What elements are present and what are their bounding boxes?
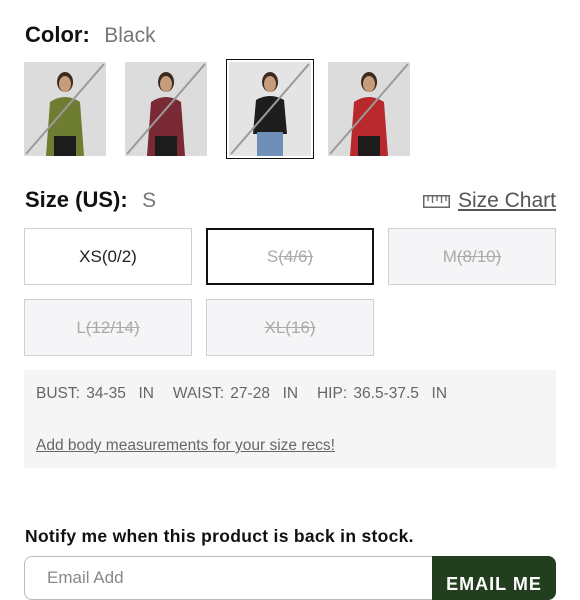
size-option-label: M [442, 246, 457, 266]
size-option-sub: (4/6) [278, 246, 314, 266]
size-option-label: L [76, 317, 86, 337]
size-option-sub: (12/14) [85, 317, 140, 337]
size-option-s[interactable]: S (4/6) [206, 228, 374, 285]
size-option-label: XS [79, 246, 102, 266]
size-option-xs[interactable]: XS (0/2) [24, 228, 192, 285]
size-option-sub: (0/2) [101, 246, 137, 266]
model-photo-olive [24, 62, 106, 156]
measurements-text: BUST: 34-35 IN WAIST: 27-28 IN HIP: 36.5… [36, 385, 448, 402]
size-measurements-panel: BUST: 34-35 IN WAIST: 27-28 IN HIP: 36.5… [24, 370, 556, 468]
color-label: Color: [25, 22, 90, 47]
size-chart-label: Size Chart [457, 189, 556, 212]
model-photo-red [328, 62, 410, 156]
size-option-label: S [266, 246, 279, 266]
size-option-m[interactable]: M (8/10) [388, 228, 556, 285]
model-photo-black [229, 62, 311, 156]
size-option-sub: (8/10) [456, 246, 502, 266]
size-option-l[interactable]: L (12/14) [24, 299, 192, 356]
ruler-icon [422, 194, 450, 208]
color-swatch-red[interactable] [328, 62, 410, 156]
notify-heading: Notify me when this product is back in s… [25, 526, 414, 546]
size-option-label: XL [264, 317, 286, 337]
size-selector-label: Size (US): S [25, 187, 156, 213]
size-label: Size (US): [25, 187, 128, 212]
color-swatch-black[interactable] [226, 59, 314, 159]
color-selector-label: Color: Black [25, 22, 156, 48]
selected-size-value: S [142, 189, 157, 212]
size-chart-link[interactable]: Size Chart [422, 189, 556, 213]
email-input[interactable] [24, 556, 436, 600]
email-me-button[interactable]: EMAIL ME [432, 556, 556, 600]
size-option-xl[interactable]: XL (16) [206, 299, 374, 356]
color-swatch-burgundy[interactable] [125, 62, 207, 156]
model-photo-burgundy [125, 62, 207, 156]
color-swatch-olive[interactable] [24, 62, 106, 156]
add-measurements-link[interactable]: Add body measurements for your size recs… [36, 437, 335, 455]
selected-color-value: Black [104, 24, 156, 47]
size-option-sub: (16) [285, 317, 316, 337]
